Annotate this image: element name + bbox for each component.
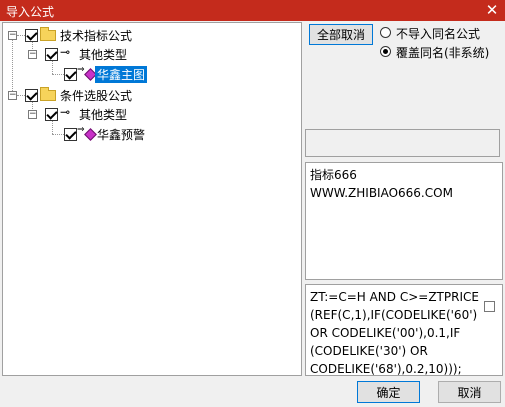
cancel-button[interactable]: 取消 — [438, 381, 501, 403]
tree-item-checkbox[interactable] — [25, 89, 38, 102]
tree-item-checkbox[interactable] — [64, 128, 77, 141]
collapse-icon[interactable]: − — [8, 91, 17, 100]
title-bar: 导入公式 ✕ — [0, 0, 505, 21]
formula-description[interactable]: 指标666 WWW.ZHIBIAO666.COM — [305, 162, 503, 280]
collapse-icon[interactable]: − — [28, 50, 37, 59]
tree-item-label: 其他类型 — [79, 48, 128, 62]
close-icon[interactable]: ✕ — [482, 0, 502, 20]
collapse-icon[interactable]: − — [28, 110, 37, 119]
tree-item-screening-formula[interactable]: − 条件选股公式 — [3, 86, 203, 104]
radio-overwrite[interactable] — [380, 46, 391, 57]
info-panel — [305, 129, 500, 157]
radio-no-import[interactable] — [380, 27, 391, 38]
tree-item-label: 华鑫主图 — [95, 66, 148, 83]
folder-icon — [40, 27, 56, 41]
tree-item-checkbox[interactable] — [45, 48, 58, 61]
tree-item-label: 条件选股公式 — [60, 89, 133, 103]
tree-item-label: 其他类型 — [79, 108, 128, 122]
window-title: 导入公式 — [6, 5, 55, 19]
radio-overwrite-label[interactable]: 覆盖同名(非系统) — [396, 44, 489, 61]
collapse-icon[interactable]: − — [8, 31, 17, 40]
folder-icon — [40, 87, 56, 101]
tree-item-label: 华鑫预警 — [97, 128, 146, 142]
tree-item-other-type-2[interactable]: − ⊸ 其他类型 — [3, 105, 203, 123]
tree-item-tech-formula[interactable]: − 技术指标公式 — [3, 26, 203, 44]
tree-item-huaxin-main[interactable]: ⇒ 华鑫主图 — [3, 65, 203, 83]
ok-button[interactable]: 确定 — [357, 381, 420, 403]
radio-no-import-label[interactable]: 不导入同名公式 — [396, 25, 480, 42]
key-icon: ⊸ — [60, 105, 71, 119]
tree-item-checkbox[interactable] — [45, 108, 58, 121]
tree-item-checkbox[interactable] — [64, 68, 77, 81]
tree-item-huaxin-alert[interactable]: ⇒ 华鑫预警 — [3, 125, 203, 143]
deselect-all-button[interactable]: 全部取消 — [309, 24, 373, 45]
tree-item-other-type[interactable]: − ⊸ 其他类型 — [3, 45, 203, 63]
tree-item-label: 技术指标公式 — [60, 29, 133, 43]
key-icon: ⊸ — [60, 45, 71, 59]
tree-item-checkbox[interactable] — [25, 29, 38, 42]
formula-source[interactable]: ZT:=C=H AND C>=ZTPRICE (REF(C,1),IF(CODE… — [305, 284, 503, 376]
formula-tree[interactable]: − 技术指标公式 − ⊸ 其他类型 ⇒ 华鑫主图 − 条件选股公式 − ⊸ 其他… — [2, 22, 302, 376]
formula-checkbox[interactable] — [484, 301, 495, 312]
formula-diamond-icon — [84, 128, 97, 141]
